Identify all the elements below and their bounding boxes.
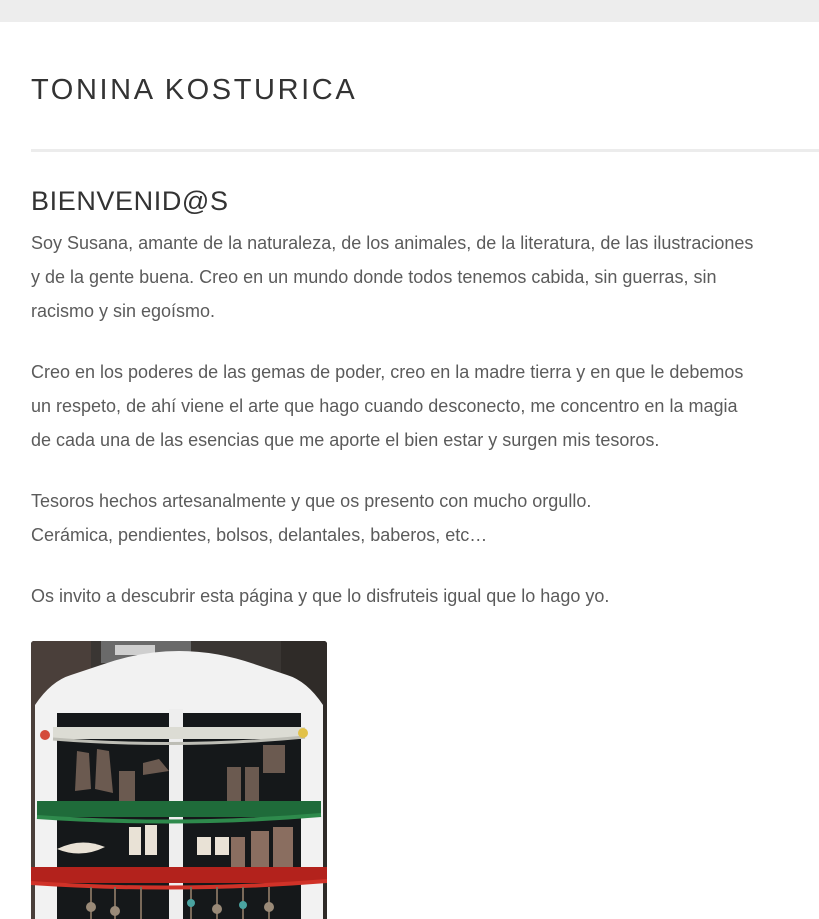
page-content: Soy Susana, amante de la naturaleza, de … xyxy=(31,226,806,640)
invitation-paragraph: Os invito a descubrir esta página y que … xyxy=(31,579,806,613)
paragraph-line: un respeto, de ahí viene el arte que hag… xyxy=(31,396,738,416)
earrings-display-illustration xyxy=(31,641,327,919)
beliefs-paragraph: Creo en los poderes de las gemas de pode… xyxy=(31,355,806,457)
paragraph-line: Os invito a descubrir esta página y que … xyxy=(31,586,610,606)
paragraph-line: Creo en los poderes de las gemas de pode… xyxy=(31,362,744,382)
browser-top-bar xyxy=(0,0,819,22)
paragraph-line: Soy Susana, amante de la naturaleza, de … xyxy=(31,233,754,253)
earrings-display-photo xyxy=(31,641,327,919)
site-title[interactable]: TONINA KOSTURICA xyxy=(31,74,357,107)
paragraph-line: de cada una de las esencias que me aport… xyxy=(31,430,660,450)
paragraph-line: racismo y sin egoísmo. xyxy=(31,301,216,321)
paragraph-line: Tesoros hechos artesanalmente y que os p… xyxy=(31,491,592,511)
intro-paragraph: Soy Susana, amante de la naturaleza, de … xyxy=(31,226,806,328)
paragraph-line: y de la gente buena. Creo en un mundo do… xyxy=(31,267,717,287)
treasures-paragraph: Tesoros hechos artesanalmente y que os p… xyxy=(31,484,806,552)
page-heading: BIENVENID@S xyxy=(31,186,229,216)
paragraph-line: Cerámica, pendientes, bolsos, delantales… xyxy=(31,525,488,545)
header-divider xyxy=(31,149,819,152)
